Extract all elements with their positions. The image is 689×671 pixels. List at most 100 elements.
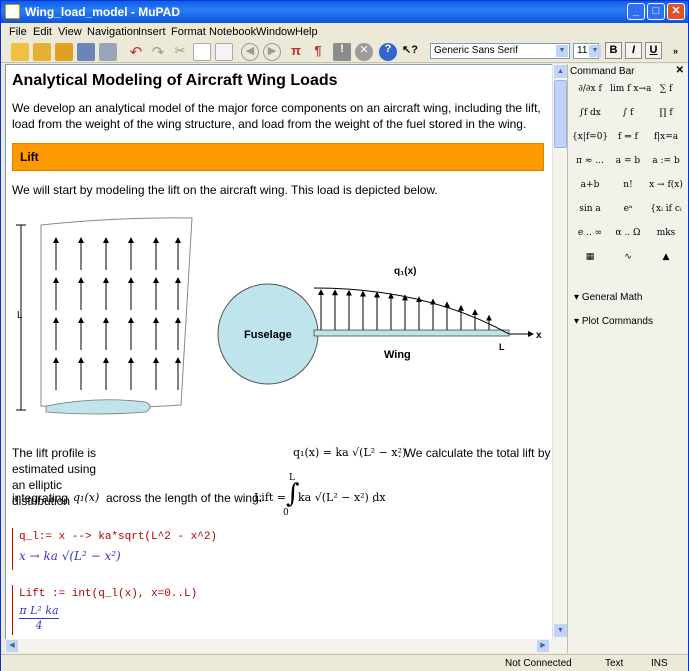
cell-output-2-den: 4 (35, 619, 43, 632)
command-button[interactable]: ∿ (610, 247, 646, 267)
redo-icon[interactable]: ↷ (149, 43, 167, 61)
evaluate-pi-icon[interactable]: π (287, 43, 305, 61)
command-button[interactable]: ▦ (572, 247, 608, 267)
title-bar: Wing_load_model - MuPAD _ □ ✕ (1, 1, 688, 23)
input-region-2[interactable]: Lift := int(q_l(x), x=0..L) π L² ka 4 (12, 585, 197, 635)
menu-file[interactable]: File (9, 26, 27, 38)
cell-input-1[interactable]: q_l:= x --> ka*sqrt(L^2 - x^2) (19, 531, 217, 543)
stop-icon[interactable]: ! (333, 43, 351, 61)
save-icon[interactable] (77, 43, 95, 61)
profile-text-2: . We calculate the total lift by (398, 446, 551, 460)
command-button[interactable]: ∫f dx (572, 103, 608, 123)
integrate-text: integrating (12, 491, 69, 505)
open-icon[interactable] (55, 43, 73, 61)
x-axis-label: x (536, 330, 542, 341)
command-button[interactable]: mks (648, 223, 684, 243)
command-button[interactable]: ∂/∂x f (572, 79, 608, 99)
undo-icon[interactable]: ↶ (127, 43, 145, 61)
wing-label: Wing (384, 349, 411, 361)
notebook-document[interactable]: Analytical Modeling of Aircraft Wing Loa… (5, 64, 554, 653)
command-button[interactable]: lim f x→a (610, 79, 651, 99)
connection-status: Not Connected (505, 658, 572, 669)
cell-output-2-num: π L² ka (19, 604, 59, 617)
scroll-left-icon[interactable]: ◀ (6, 640, 18, 652)
integrate-text-2: across the length of the wing: (106, 491, 263, 505)
lift-lhs: Lift = (254, 491, 287, 504)
new-editor-icon[interactable] (33, 43, 51, 61)
command-button[interactable]: a := b (648, 151, 684, 171)
command-button[interactable]: ∏ f (648, 103, 684, 123)
profile-lift-arrows (318, 289, 492, 330)
bold-button[interactable]: B (605, 42, 622, 59)
section-heading: Lift (12, 143, 544, 171)
scroll-right-icon[interactable]: ▶ (537, 640, 549, 652)
command-bar: Command Bar ✕ ∂/∂x f lim f x→a ∑ f ∫f dx ∫ f… (567, 64, 688, 653)
menu-help[interactable]: Help (295, 26, 318, 38)
horizontal-scrollbar[interactable]: ◀ ▶ (5, 639, 554, 653)
scroll-up-icon[interactable]: ▲ (554, 65, 567, 78)
italic-button[interactable]: I (625, 42, 642, 59)
minimize-button[interactable]: _ (627, 3, 645, 20)
menu-notebook[interactable]: Notebook (209, 26, 256, 38)
new-notebook-icon[interactable] (11, 43, 29, 61)
menu-insert[interactable]: Insert (138, 26, 166, 38)
context-help-icon[interactable]: ↖? (401, 43, 419, 61)
app-window: Wing_load_model - MuPAD _ □ ✕ File Edit … (0, 0, 689, 671)
menu-window[interactable]: Window (256, 26, 295, 38)
scroll-down-icon[interactable]: ▼ (554, 624, 567, 637)
command-button[interactable]: eᵃ (610, 199, 646, 219)
general-math-section[interactable]: ▾ General Math (574, 292, 642, 303)
lift-paragraph: We will start by modeling the lift on th… (12, 183, 438, 197)
command-button[interactable]: f|x=a (648, 127, 684, 147)
command-button[interactable]: {x|f=0} (572, 127, 608, 147)
cut-icon[interactable]: ✂ (171, 43, 189, 61)
general-math-label: General Math (581, 292, 643, 303)
command-button[interactable]: ▲ (648, 247, 684, 267)
tip-label: L (499, 342, 505, 352)
window-title: Wing_load_model - MuPAD (25, 5, 181, 19)
font-family-select[interactable]: Generic Sans Serif ▼ (430, 43, 570, 59)
chevron-down-icon[interactable]: ▼ (589, 45, 601, 57)
menu-view[interactable]: View (58, 26, 82, 38)
command-button[interactable]: a+b (572, 175, 608, 195)
menu-format[interactable]: Format (171, 26, 206, 38)
close-button[interactable]: ✕ (667, 3, 685, 20)
command-button[interactable]: {xᵢ if cᵢ (648, 199, 684, 219)
integrate-q: q₁(x) (73, 491, 100, 504)
toolbar-overflow-icon[interactable]: » (673, 46, 678, 56)
copy-icon[interactable] (193, 43, 211, 61)
menu-edit[interactable]: Edit (33, 26, 52, 38)
command-bar-close-icon[interactable]: ✕ (676, 65, 684, 76)
print-icon[interactable] (99, 43, 117, 61)
cancel-icon[interactable]: ✕ (355, 43, 373, 61)
help-icon[interactable]: ? (379, 43, 397, 61)
command-button[interactable]: π ≈ ... (572, 151, 608, 171)
font-size-value: 11 (577, 45, 588, 56)
cell-input-2[interactable]: Lift := int(q_l(x), x=0..L) (19, 588, 197, 600)
command-button[interactable]: sin a (572, 199, 608, 219)
input-region-1[interactable]: q_l:= x --> ka*sqrt(L^2 - x^2) x → ka √(… (12, 528, 217, 570)
evaluate-all-icon[interactable]: ¶ (309, 43, 327, 61)
section-heading-label: Lift (20, 150, 39, 164)
command-button[interactable]: n! (610, 175, 646, 195)
profile-formula: q₁(x) = ka √(L² − x²) (293, 446, 407, 459)
menu-bar: File Edit View Navigation Insert Format … (1, 23, 688, 41)
forward-icon[interactable]: ▶ (263, 43, 281, 61)
command-button[interactable]: e .. ∞ (572, 223, 608, 243)
vertical-scrollbar[interactable]: ▲ ▼ (552, 64, 567, 653)
back-icon[interactable]: ◀ (241, 43, 259, 61)
paste-icon[interactable] (215, 43, 233, 61)
command-button[interactable]: f ⇒ f (610, 127, 646, 147)
menu-navigation[interactable]: Navigation (87, 26, 139, 38)
maximize-button[interactable]: □ (647, 3, 665, 20)
command-button[interactable]: α .. Ω (610, 223, 646, 243)
page-title: Analytical Modeling of Aircraft Wing Loa… (12, 72, 338, 89)
command-button[interactable]: a = b (610, 151, 646, 171)
scroll-thumb[interactable] (554, 80, 567, 148)
command-button[interactable]: ∑ f (648, 79, 684, 99)
left-dimension-label: L (17, 310, 23, 321)
command-button[interactable]: ∫ f (610, 103, 646, 123)
plot-commands-section[interactable]: ▾ Plot Commands (574, 316, 653, 327)
underline-button[interactable]: U (645, 42, 662, 59)
command-button[interactable]: x → f(x) (648, 175, 684, 195)
